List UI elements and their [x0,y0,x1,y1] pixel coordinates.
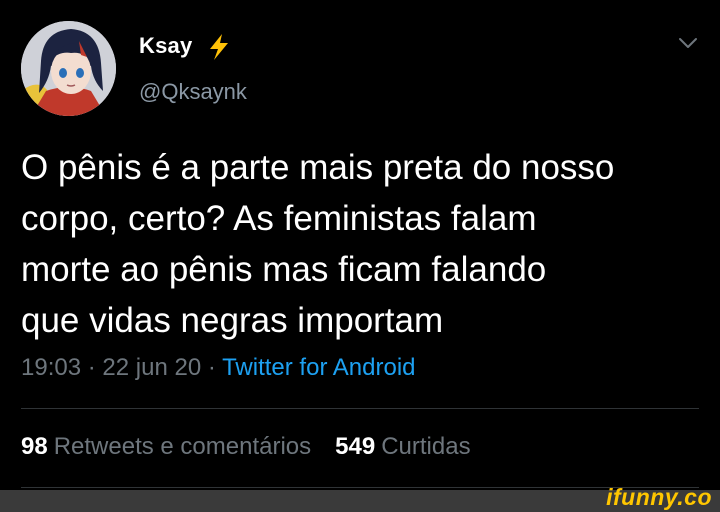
tweet-text: O pênis é a parte mais preta do nosso co… [21,148,615,340]
lightning-bolt-icon [210,34,228,60]
display-name[interactable]: Ksay [139,33,192,59]
tweet-metadata: 19:03 · 22 jun 20 · Twitter for Android [21,354,416,382]
retweets-label: Retweets e comentários [53,433,312,460]
chevron-down-icon[interactable] [677,36,699,50]
meta-separator: · [87,354,96,381]
user-handle[interactable]: @Qksaynk [139,79,247,105]
divider [21,487,699,488]
retweets-stat[interactable]: 98 Retweets e comentários [21,433,311,460]
likes-label: Curtidas [381,433,471,460]
tweet-time[interactable]: 19:03 [21,354,81,381]
avatar[interactable] [21,21,116,116]
divider [21,408,699,409]
retweets-count: 98 [21,433,48,460]
likes-count: 549 [335,433,376,460]
tweet-source-link[interactable]: Twitter for Android [222,354,415,381]
ifunny-watermark: ifunny.co [606,484,712,510]
tweet-date[interactable]: 22 jun 20 [102,354,201,381]
tweet-card: Ksay @Qksaynk O pênis é a parte mais pre… [0,0,720,490]
avatar-illustration [21,21,116,116]
likes-stat[interactable]: 549 Curtidas [335,433,470,460]
tweet-stats: 98 Retweets e comentários 549 Curtidas [21,433,471,461]
meta-separator: · [207,354,216,381]
